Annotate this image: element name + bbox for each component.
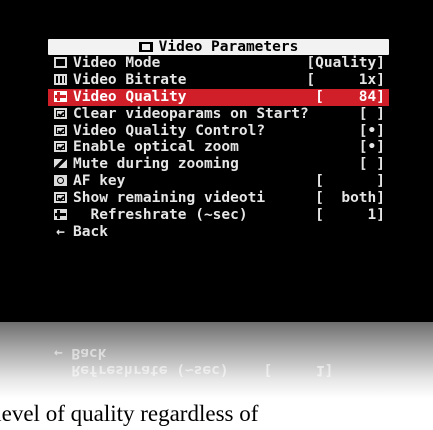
slider-icon [54,90,67,102]
menu-item-label: Show remaining videoti [73,190,266,207]
film-icon [138,42,153,52]
zoom-icon [54,158,67,169]
menu-item-label: Video Quality [73,88,187,105]
video-parameters-menu: Video Parameters Video Mode [Quality] Vi… [48,39,389,241]
checkbox-icon [54,141,67,153]
menu-title-bar: Video Parameters [48,39,389,55]
back-arrow-icon: ← [56,223,65,240]
menu-item-enable-optical-zoom[interactable]: Enable optical zoom [•] [48,139,389,156]
reflection-text: Refreshrate (~sec) [ 1] ← Back [54,344,333,378]
menu-title: Video Parameters [158,39,299,55]
menu-item-video-mode[interactable]: Video Mode [Quality] [48,55,389,72]
menu-item-back[interactable]: ← Back [48,224,389,241]
bars-icon [54,73,67,85]
caption-text: d level of quality regardless of [0,401,259,426]
camera-icon [54,175,67,187]
menu-item-value: [ 84] [315,88,385,105]
menu-item-label: Video Quality Control? [73,122,266,139]
menu-item-value: [•] [358,122,385,139]
checkbox-icon [54,124,67,136]
reflection-line: ← Back [54,345,107,361]
menu-item-label: Clear videoparams on Start? [73,105,309,122]
reflection-line: Refreshrate (~sec) [ 1] [54,362,334,378]
menu-item-value: [ ] [315,173,385,190]
menu-item-value: [ ] [358,156,385,173]
menu-item-show-remaining-videotime[interactable]: Show remaining videoti [ both] [48,190,389,207]
menu-item-label: Video Mode [73,55,161,71]
menu-item-mute-during-zooming[interactable]: Mute during zooming [ ] [48,156,389,173]
menu-item-label: Mute during zooming [73,156,239,173]
menu-item-video-bitrate[interactable]: Video Bitrate [ 1x] [48,72,389,89]
menu-item-af-key[interactable]: AF key [ ] [48,173,389,190]
menu-item-label: Enable optical zoom [73,139,239,156]
checkbox-icon [54,107,67,119]
menu-item-value: [ 1] [315,207,385,224]
menu-item-value: [ ] [358,105,385,122]
page: Video Parameters Video Mode [Quality] Vi… [0,0,433,430]
menu-item-value: [ 1x] [306,71,385,88]
menu-item-label: Back [73,223,108,240]
menu-item-refreshrate[interactable]: Refreshrate (~sec) [ 1] [48,207,389,224]
menu-item-clear-videoparams[interactable]: Clear videoparams on Start? [ ] [48,106,389,123]
menu-item-value: [ both] [315,190,385,207]
menu-item-label: Refreshrate (~sec) [73,207,248,224]
menu-item-label: Video Bitrate [73,71,187,88]
checkbox-icon [54,192,67,204]
camera-screen: Video Parameters Video Mode [Quality] Vi… [0,0,433,322]
menu-item-value: [Quality] [306,55,385,71]
menu-item-label: AF key [73,173,126,190]
slider-icon [54,209,67,221]
menu-list: Video Mode [Quality] Video Bitrate [ 1x]… [48,55,389,241]
menu-item-video-quality[interactable]: Video Quality [ 84] [48,88,389,106]
menu-item-video-quality-control[interactable]: Video Quality Control? [•] [48,123,389,140]
mode-icon [54,57,67,68]
menu-item-value: [•] [358,139,385,156]
screen-reflection: Refreshrate (~sec) [ 1] ← Back [0,322,433,398]
